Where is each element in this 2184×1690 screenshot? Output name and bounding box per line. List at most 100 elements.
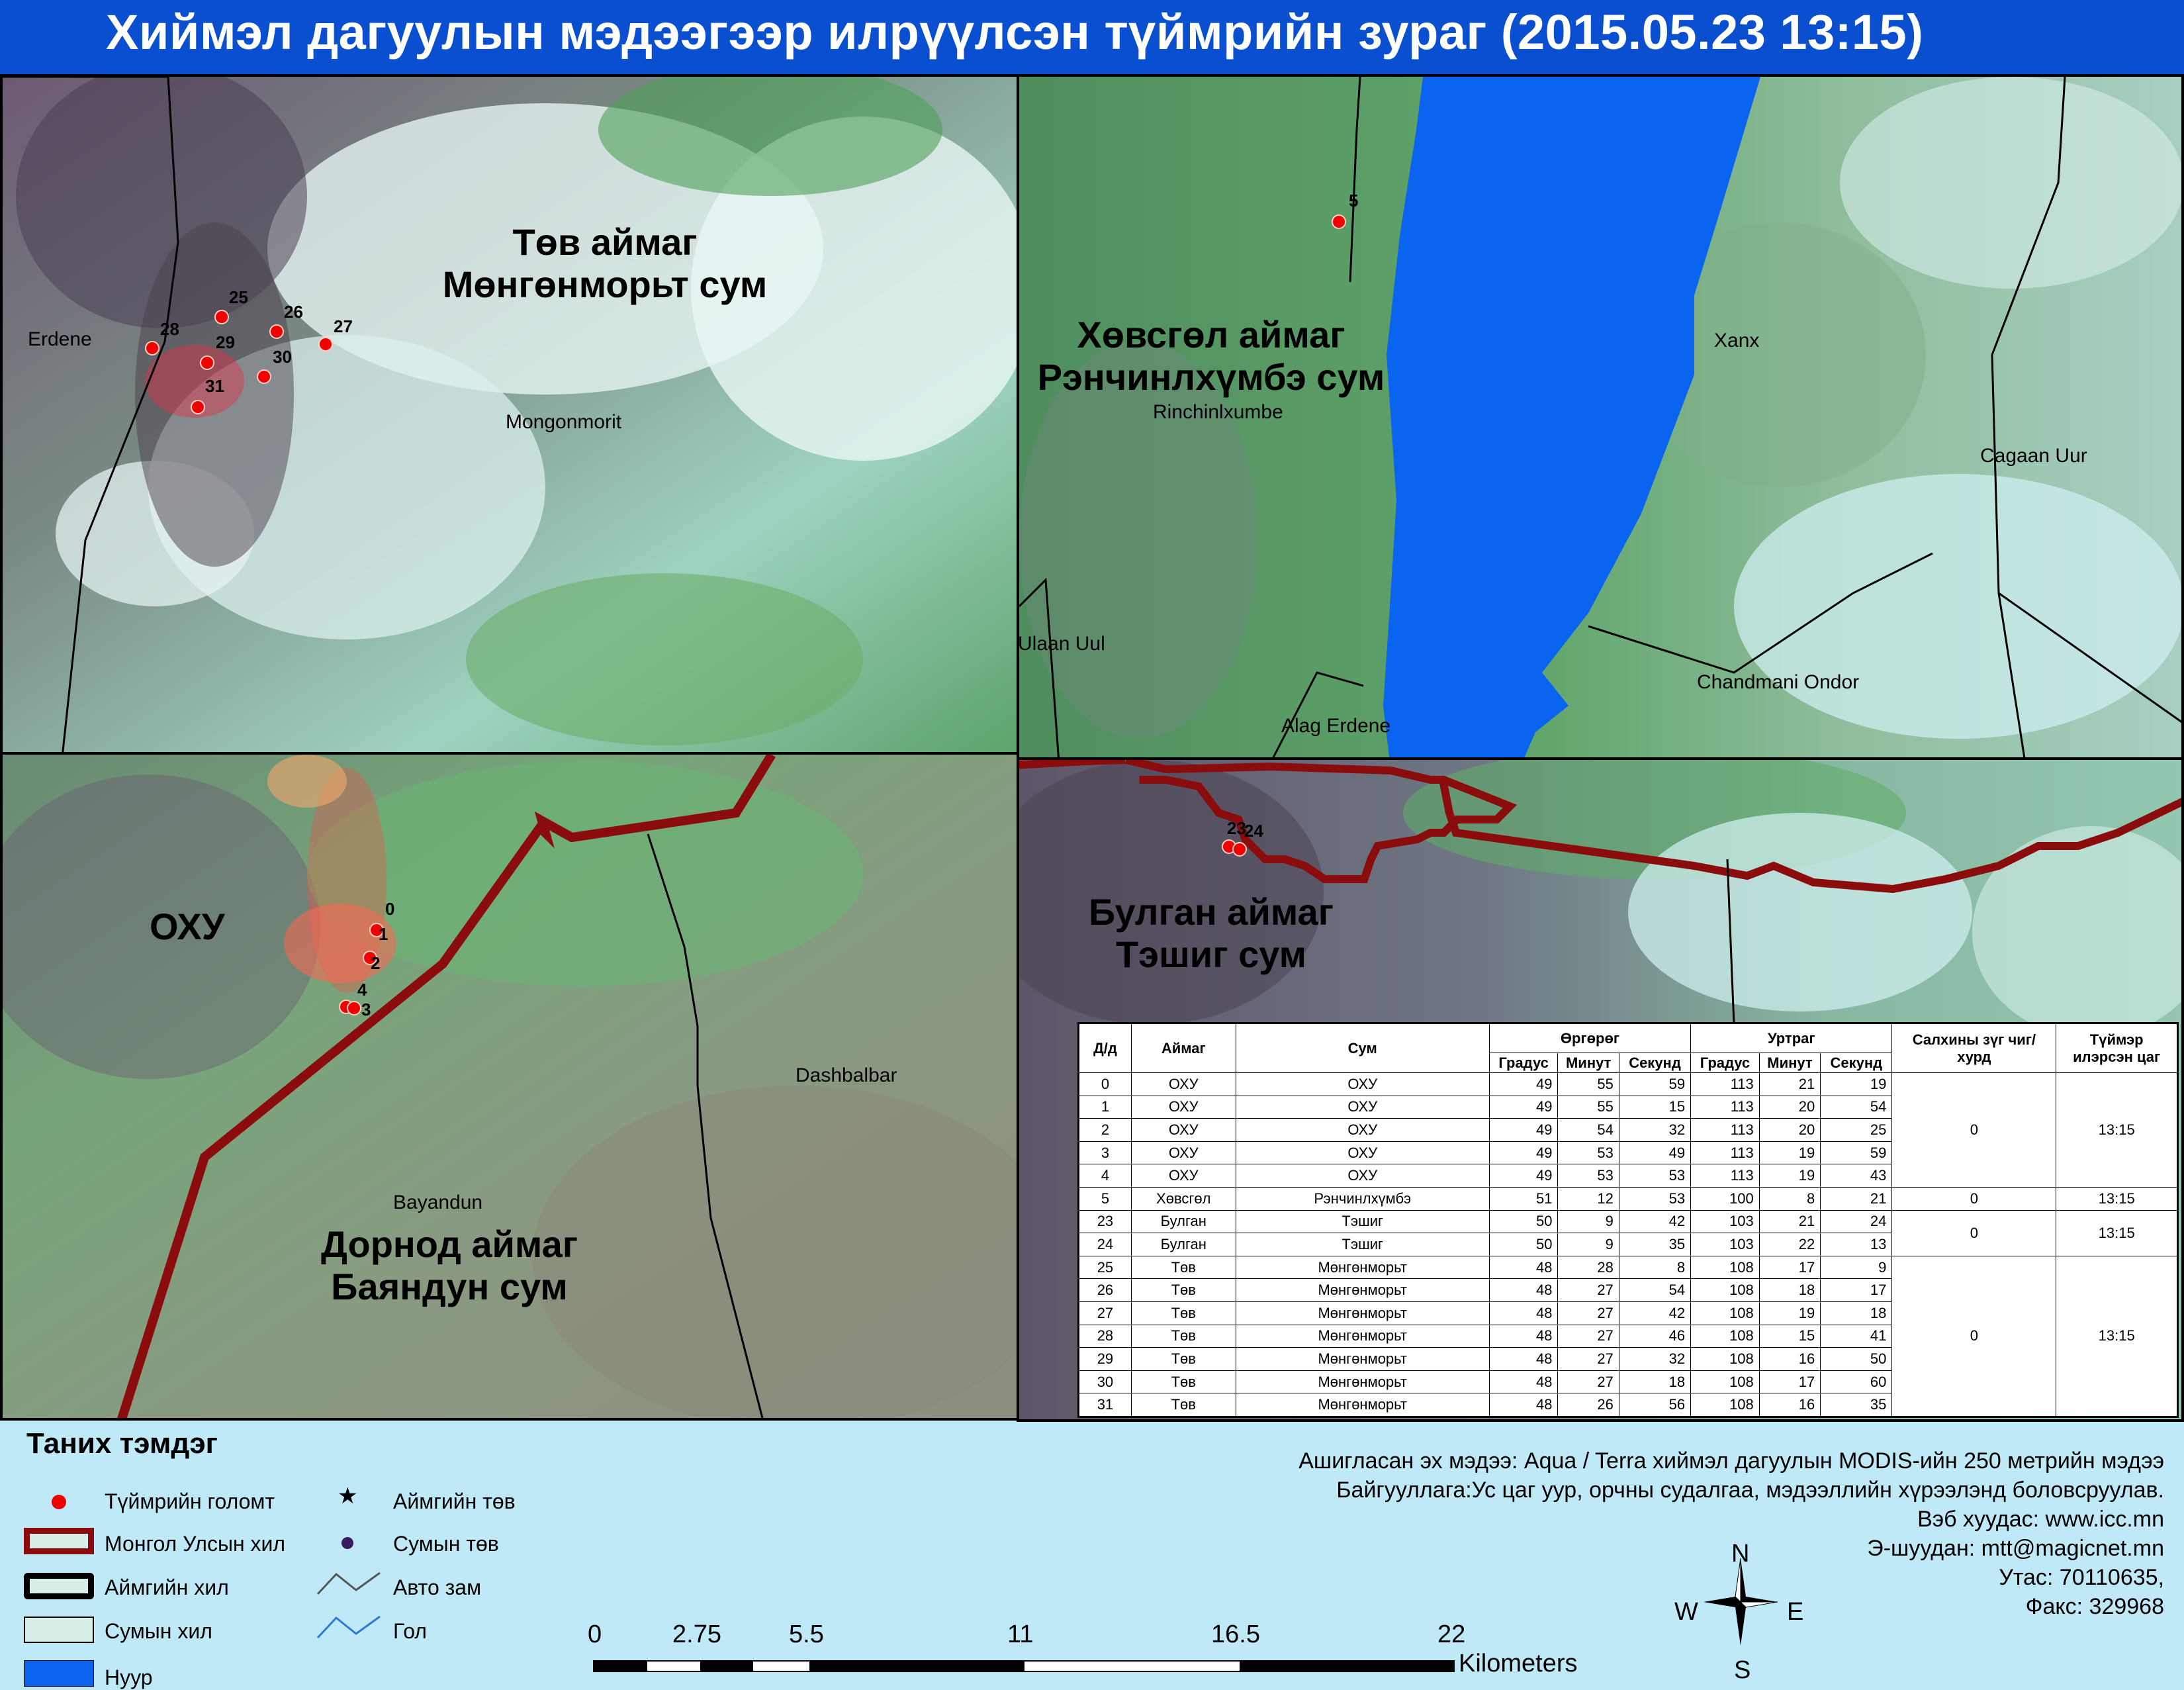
table-cell: Мөнгөнморьт <box>1235 1301 1490 1325</box>
fire-label: 5 <box>1349 191 1359 211</box>
table-cell: 27 <box>1557 1301 1619 1325</box>
table-cell: 48 <box>1488 1301 1559 1325</box>
table-cell: 23 <box>1079 1209 1132 1234</box>
table-cell: ОХУ <box>1130 1095 1236 1119</box>
fire-label: 1 <box>379 924 388 944</box>
table-cell: 25 <box>1079 1255 1132 1280</box>
table-cell: 53 <box>1557 1141 1619 1165</box>
place-rinchinlxumbe: Rinchinlxumbe <box>1153 401 1283 423</box>
legend: Таних тэмдэг Түймрийн голомт Монгол Улсы… <box>0 1423 2184 1689</box>
table-cell: 108 <box>1690 1370 1760 1394</box>
legend-national-border-label: Монгол Улсын хил <box>105 1532 286 1556</box>
legend-aimag-border-icon <box>24 1573 94 1599</box>
table-cell: 100 <box>1690 1186 1760 1211</box>
table-cell: 50 <box>1488 1233 1559 1256</box>
table-cell: 19 <box>1758 1164 1821 1188</box>
table-cell: 108 <box>1690 1347 1760 1371</box>
fire-point[interactable] <box>145 341 159 355</box>
info-web[interactable]: Вэб хуудас: www.icc.mn <box>1917 1507 2164 1532</box>
place-mongonmorit: Mongonmorit <box>506 411 622 433</box>
table-cell: 28 <box>1079 1324 1132 1348</box>
table-cell: 113 <box>1690 1141 1760 1165</box>
fire-label: 24 <box>1244 821 1263 841</box>
table-cell: 113 <box>1690 1118 1760 1142</box>
table-cell: 18 <box>1618 1370 1692 1394</box>
region-label-dornod: Дорнод аймаг Баяндун сум <box>274 1223 625 1308</box>
table-cell: 56 <box>1618 1393 1692 1417</box>
table-cell: 43 <box>1820 1164 1893 1188</box>
legend-sum-border-label: Сумын хил <box>105 1619 212 1643</box>
scale-unit: Kilometers <box>1459 1650 1578 1677</box>
fire-point[interactable] <box>200 355 214 370</box>
fire-label: 26 <box>284 302 303 322</box>
table-cell: 27 <box>1557 1347 1619 1371</box>
table-cell: 3 <box>1079 1141 1132 1165</box>
table-cell: Булган <box>1130 1233 1236 1256</box>
sum-name: Тэшиг сум <box>1115 933 1307 975</box>
info-email[interactable]: Э-шуудан: mtt@magicnet.mn <box>1867 1536 2164 1562</box>
header-longitude: Уртраг <box>1690 1023 1893 1053</box>
table-cell: ОХУ <box>1235 1141 1490 1165</box>
table-cell: 19 <box>1758 1301 1821 1325</box>
table-cell: 24 <box>1820 1209 1893 1234</box>
table-cell: 27 <box>1557 1278 1619 1302</box>
place-bayandun: Bayandun <box>393 1192 483 1213</box>
table-cell: 48 <box>1488 1347 1559 1371</box>
table-cell: 19 <box>1758 1141 1821 1165</box>
table-cell: 50 <box>1820 1347 1893 1371</box>
table-cell: 54 <box>1820 1095 1893 1119</box>
table-row: 5 Хөвсгөл Рэнчинлхүмбэ 51 12 53 100 8 21 0 13:15 <box>1079 1186 2177 1211</box>
table-cell: 41 <box>1820 1324 1893 1348</box>
legend-national-border-icon <box>24 1528 94 1554</box>
table-cell: 2 <box>1079 1118 1132 1142</box>
fire-point[interactable] <box>1232 842 1247 857</box>
table-cell: 15 <box>1618 1095 1692 1119</box>
fire-point[interactable] <box>214 310 229 324</box>
table: Д/д Аймаг Сум Өргөрөг Уртраг Салхины зүг… <box>1079 1023 2177 1417</box>
terrain-dornod <box>3 755 1017 1418</box>
header-min: Минут <box>1557 1053 1619 1073</box>
aimag-name: Дорнод аймаг <box>320 1223 578 1265</box>
fire-point[interactable] <box>269 324 284 339</box>
scale-tick: 16.5 <box>1211 1620 1260 1648</box>
table-cell: 30 <box>1079 1370 1132 1394</box>
fire-point[interactable] <box>318 337 333 352</box>
map-title: Хиймэл дагуулын мэдээгээр илрүүлсэн түйм… <box>106 5 1924 60</box>
table-cell: Мөнгөнморьт <box>1235 1393 1490 1417</box>
header-wind: Салхины зүг чиг/хурд <box>1891 1023 2057 1073</box>
map-panel-tov[interactable]: Төв аймаг Мөнгөнморьт сум Erdene Mongonm… <box>0 74 1019 755</box>
fire-label: 4 <box>357 980 367 1000</box>
table-cell: Төв <box>1130 1347 1236 1371</box>
table-cell: 59 <box>1820 1141 1893 1165</box>
table-cell: ОХУ <box>1130 1072 1236 1096</box>
fire-point[interactable] <box>347 1001 361 1015</box>
sum-name: Рэнчинлхүмбэ сум <box>1037 356 1385 398</box>
table-cell: 16 <box>1758 1393 1821 1417</box>
table-cell: 51 <box>1488 1186 1559 1211</box>
table-cell: 54 <box>1557 1118 1619 1142</box>
fire-point[interactable] <box>191 400 205 414</box>
map-panel-dornod[interactable]: ОХУ Дорнод аймаг Баяндун сум Dashbalbar … <box>0 752 1019 1421</box>
fire-label: 3 <box>361 1000 371 1019</box>
fire-label: 25 <box>229 287 248 307</box>
place-cagaan-uur: Cagaan Uur <box>1980 445 2087 467</box>
table-cell: 42 <box>1618 1301 1692 1325</box>
table-cell: 42 <box>1618 1209 1692 1234</box>
table-cell: 108 <box>1690 1301 1760 1325</box>
compass-w: W <box>1674 1598 1698 1626</box>
fire-point[interactable] <box>1332 214 1346 229</box>
place-alag-erdene: Alag Erdene <box>1281 715 1391 737</box>
header-sec: Секунд <box>1820 1053 1893 1073</box>
map-panel-khuvsgul[interactable]: Хөвсгөл аймаг Рэнчинлхүмбэ сум Rinchinlx… <box>1017 74 2184 760</box>
table-cell: 108 <box>1690 1393 1760 1417</box>
table-cell: Тэшиг <box>1235 1209 1490 1234</box>
table-cell: 26 <box>1557 1393 1619 1417</box>
fire-coordinates-table: Д/д Аймаг Сум Өргөрөг Уртраг Салхины зүг… <box>1077 1022 2179 1418</box>
table-cell: 48 <box>1488 1393 1559 1417</box>
compass-s: S <box>1734 1656 1751 1684</box>
table-cell: 108 <box>1690 1278 1760 1302</box>
table-cell: ОХУ <box>1130 1141 1236 1165</box>
fire-point[interactable] <box>257 369 271 384</box>
table-cell: 15 <box>1758 1324 1821 1348</box>
table-cell: 27 <box>1079 1301 1132 1325</box>
